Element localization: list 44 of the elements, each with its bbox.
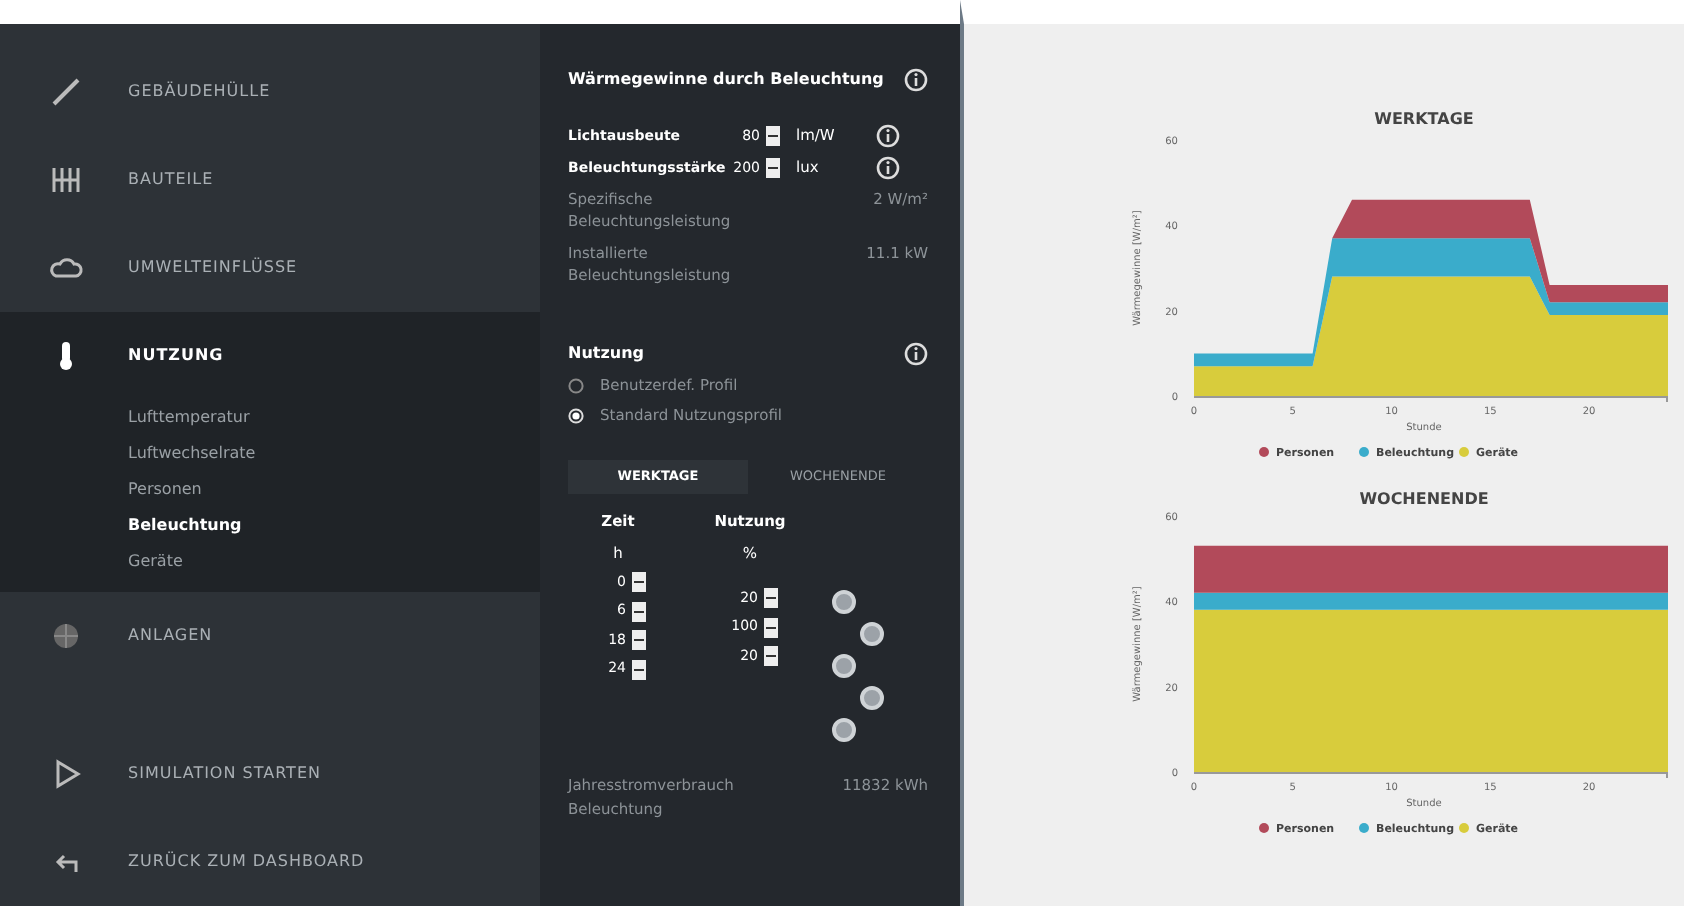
grid-icon (48, 162, 84, 198)
sidebar-item[interactable]: ZURÜCK ZUM DASHBOARD (0, 818, 540, 906)
submenu-item[interactable]: Lufttemperatur (0, 400, 540, 436)
sidebar-item[interactable]: UMWELTEINFLÜSSE (0, 224, 540, 312)
spinner-icon[interactable] (632, 601, 646, 621)
round-button[interactable] (860, 622, 884, 647)
info-icon[interactable] (876, 124, 900, 148)
radio-icon[interactable] (568, 377, 584, 394)
section-title: Wärmegewinne durch Beleuchtung (568, 68, 884, 92)
submenu-item[interactable]: Personen (0, 472, 540, 508)
round-button[interactable] (832, 718, 856, 743)
section-title: Nutzung (568, 342, 644, 366)
spinner-icon[interactable] (632, 572, 646, 592)
legend-dot (1459, 447, 1469, 457)
legend-dot (1259, 447, 1269, 457)
sidebar-item[interactable]: GEBÄUDEHÜLLE (0, 48, 540, 136)
sidebar-item[interactable]: BAUTEILE (0, 136, 540, 224)
spinner-icon[interactable] (766, 158, 780, 178)
legend-dot (1359, 447, 1369, 457)
info-icon[interactable] (904, 68, 928, 92)
spinner-icon[interactable] (764, 617, 778, 637)
info-icon[interactable] (876, 156, 900, 180)
spinner-icon[interactable] (632, 630, 646, 650)
sidebar-item[interactable]: ANLAGEN (0, 592, 540, 680)
legend-dot (1359, 823, 1369, 833)
spinner-icon[interactable] (632, 659, 646, 679)
submenu-item[interactable]: Geräte (0, 544, 540, 580)
round-button[interactable] (832, 590, 856, 615)
chart-title: WERKTAGE (1374, 110, 1474, 128)
round-button[interactable] (832, 654, 856, 679)
spinner-icon[interactable] (764, 588, 778, 608)
spinner-icon[interactable] (764, 646, 778, 666)
submenu-item[interactable]: Beleuchtung (0, 508, 540, 544)
legend-dot (1259, 823, 1269, 833)
sidebar-item[interactable]: NUTZUNG (0, 312, 540, 400)
spinner-icon[interactable] (766, 126, 780, 146)
chart-title: WOCHENENDE (1359, 490, 1489, 508)
submenu-item[interactable]: Luftwechselrate (0, 436, 540, 472)
ruler-icon (48, 74, 84, 110)
info-icon[interactable] (904, 342, 928, 366)
legend-dot (1459, 823, 1469, 833)
sidebar-item[interactable]: SIMULATION STARTEN (0, 730, 540, 818)
fan-icon (48, 618, 84, 654)
round-button[interactable] (860, 686, 884, 711)
